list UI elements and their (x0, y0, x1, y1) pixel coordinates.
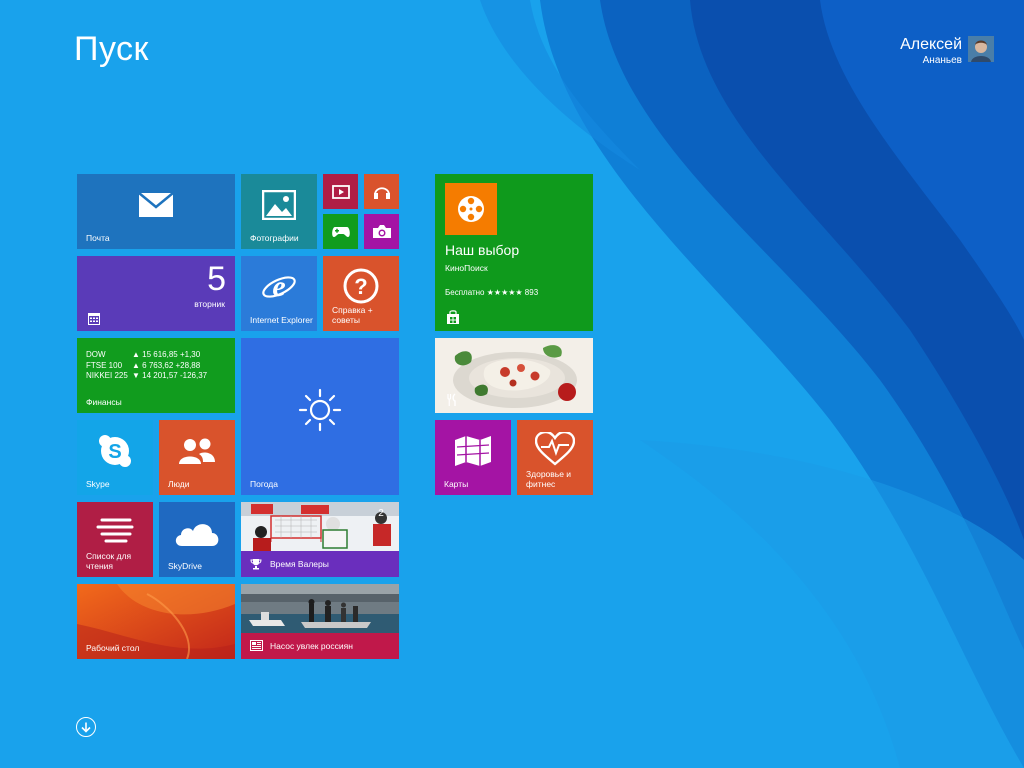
user-account[interactable]: Алексей Ананьев (900, 36, 994, 68)
tile-video[interactable] (323, 174, 358, 209)
tile-label: Здоровье и фитнес (526, 469, 572, 489)
tile-finance[interactable]: DOW ▲ 15 616,85 +1,30 FTSE 100 ▲ 6 763,62 … (77, 338, 235, 413)
tile-label: Справка + советы (332, 305, 373, 325)
finance-row: DOW ▲ 15 616,85 +1,30 (86, 350, 201, 359)
tile-label: Насос увлек россиян (270, 641, 353, 651)
avatar-photo (968, 36, 994, 62)
svg-text:S: S (108, 441, 121, 463)
news-icon (250, 640, 263, 651)
tile-label: Финансы (86, 397, 122, 407)
tile-games[interactable] (323, 214, 358, 249)
store-heading: Наш выбор (445, 242, 520, 258)
tile-music[interactable] (364, 174, 399, 209)
reading-list-icon (96, 518, 134, 543)
tile-store[interactable]: Наш выбор КиноПоиск Бесплатно ★★★★★ 893 (435, 174, 593, 331)
film-reel-icon (458, 196, 484, 222)
cloud-icon (175, 524, 219, 546)
tile-label: Список для чтения (86, 551, 132, 571)
tile-label: Фотографии (250, 233, 299, 243)
finance-row: NIKKEI 225 ▼ 14 201,57 -126,37 (86, 371, 208, 380)
tile-label: Рабочий стол (86, 643, 140, 653)
people-icon (179, 438, 215, 464)
arrow-down-icon (81, 722, 91, 733)
tile-label: Internet Explorer (250, 315, 313, 325)
sun-icon (298, 388, 342, 432)
tile-skype[interactable]: S Skype (77, 420, 153, 495)
tile-desktop[interactable]: Рабочий стол (77, 584, 235, 659)
tile-people[interactable]: Люди (159, 420, 235, 495)
internet-explorer-icon: e (262, 270, 296, 303)
finance-list: DOW ▲ 15 616,85 +1,30 FTSE 100 ▲ 6 763,62 … (86, 350, 207, 382)
tile-label: Карты (444, 479, 469, 489)
tile-skydrive[interactable]: SkyDrive (159, 502, 235, 577)
calendar-weekday: вторник (194, 299, 225, 309)
camera-icon (372, 225, 391, 238)
tile-caption-bar: Насос увлек россиян (241, 633, 399, 659)
tile-label: Почта (86, 233, 110, 243)
cutlery-icon (447, 393, 456, 406)
app-logo (445, 183, 497, 235)
map-icon (455, 436, 491, 466)
tile-label: SkyDrive (168, 561, 203, 571)
help-icon: ? (343, 268, 379, 304)
user-first-name: Алексей (900, 36, 962, 53)
tile-label: Люди (168, 479, 190, 489)
food-photo (435, 338, 593, 413)
svg-text:2: 2 (378, 508, 384, 519)
tile-news[interactable]: Насос увлек россиян (241, 584, 399, 659)
tile-health-fitness[interactable]: Здоровье и фитнес (517, 420, 593, 495)
tile-food[interactable] (435, 338, 593, 413)
headphones-icon (373, 186, 390, 199)
avatar[interactable] (968, 36, 994, 62)
news-photo (241, 584, 399, 633)
calendar-day: 5 (207, 260, 226, 298)
tile-photos[interactable]: Фотографии (241, 174, 317, 249)
tile-mail[interactable]: Почта (77, 174, 235, 249)
store-app-name: КиноПоиск (445, 263, 488, 273)
gamepad-icon (331, 226, 350, 237)
tile-weather[interactable]: Погода (241, 338, 399, 495)
tile-internet-explorer[interactable]: e Internet Explorer (241, 256, 317, 331)
tile-caption-bar: Время Валеры (241, 551, 399, 577)
photos-icon (262, 190, 296, 220)
tile-help-tips[interactable]: ? Справка + советы (323, 256, 399, 331)
svg-text:?: ? (354, 274, 367, 299)
skype-icon: S (99, 435, 131, 467)
finance-row: FTSE 100 ▲ 6 763,62 +28,88 (86, 360, 201, 370)
tile-maps[interactable]: Карты (435, 420, 511, 495)
user-last-name: Ананьев (922, 55, 962, 66)
tile-label: Skype (86, 479, 110, 489)
tile-sport[interactable]: 2 Время Валеры (241, 502, 399, 577)
calendar-icon (88, 313, 100, 325)
video-icon (331, 184, 350, 199)
mail-icon (138, 192, 174, 217)
trophy-icon (250, 559, 262, 570)
all-apps-button[interactable] (76, 717, 96, 737)
store-icon (447, 310, 459, 324)
tile-label: Погода (250, 479, 278, 489)
tile-reading-list[interactable]: Список для чтения (77, 502, 153, 577)
page-title: Пуск (74, 30, 149, 68)
heart-icon (535, 432, 575, 466)
tile-camera[interactable] (364, 214, 399, 249)
svg-text:e: e (272, 270, 285, 303)
tile-label: Время Валеры (270, 559, 329, 569)
tile-calendar[interactable]: 5 вторник (77, 256, 235, 331)
store-rating: Бесплатно ★★★★★ 893 (445, 288, 539, 297)
